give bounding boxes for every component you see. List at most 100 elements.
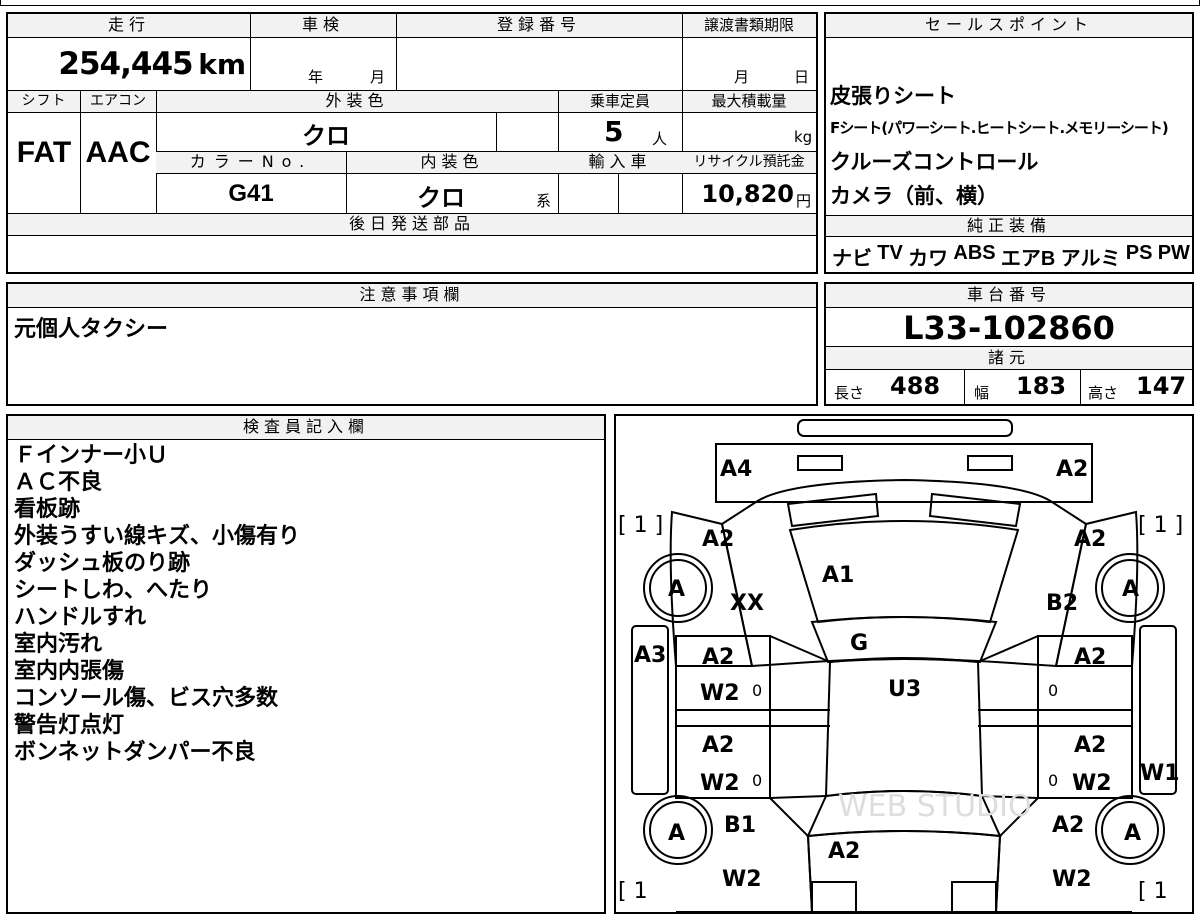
chassis-panel: 車台番号 L33-102860 諸元 長さ 488 幅 183 高さ 147: [824, 282, 1194, 406]
height-label: 高さ: [1088, 384, 1119, 402]
tire-mark-rear-right: [ 1: [1138, 879, 1168, 904]
chassis-number: L33-102860: [903, 309, 1115, 347]
code-front-right: A2: [1056, 457, 1088, 482]
zero-mark-fl: 0: [752, 681, 762, 700]
spec-table: 走行 車検 登録番号 譲渡書類期限 254,445 km 年 月 月 日 シフト…: [6, 12, 818, 274]
mileage-value: 254,445 km: [8, 40, 246, 88]
width-label: 幅: [974, 384, 990, 402]
inspector-line-12: ボンネットダンパー不良: [14, 740, 256, 765]
front-bumper-shape: [797, 419, 1013, 437]
height-value: 147: [1136, 372, 1187, 400]
code-front-xx: XX: [730, 591, 764, 616]
sales-point-3: クルーズコントロール: [830, 150, 1039, 174]
equip-navi: ナビ: [832, 248, 872, 270]
equip-pw: PW: [1157, 242, 1190, 264]
notes-title: 注意事項欄: [8, 284, 816, 308]
recycle-unit: 円: [796, 192, 812, 210]
registration-label: 登録番号: [396, 14, 682, 38]
inspector-panel: 検査員記入欄 Ｆインナー小Ｕ ＡＣ不良 看板跡 外装うすい線キズ、小傷有り ダッ…: [6, 414, 606, 914]
inspector-line-10: コンソール傷、ビス穴多数: [14, 686, 279, 711]
notes-panel: 注意事項欄 元個人タクシー: [6, 282, 818, 406]
code-front-left: A4: [720, 457, 752, 482]
code-fender-fr: A2: [1074, 527, 1106, 552]
code-door-rr-w: W2: [1072, 771, 1112, 796]
wheel-label-fl: A: [668, 577, 685, 602]
shift-value: FAT: [16, 136, 72, 169]
tire-mark-rear-left: [ 1: [618, 879, 648, 904]
notes-text: 元個人タクシー: [14, 317, 169, 342]
code-windshield: G: [850, 631, 868, 656]
tire-mark-front-left: [ 1 ]: [618, 513, 663, 538]
dimensions-title: 諸元: [826, 346, 1192, 370]
zero-mark-rl: 0: [752, 771, 762, 790]
code-door-fl: A2: [702, 645, 734, 670]
code-trunk: A2: [828, 839, 860, 864]
car-diagram: WEB STUDIO [ 1 ] [ 1 ] [ 1 [ 1 A A A A A…: [618, 419, 1183, 912]
equip-airbag: エアB: [1000, 248, 1056, 270]
code-roof: U3: [888, 677, 921, 702]
inspection-year: 年: [308, 68, 324, 86]
code-hood: A1: [822, 563, 854, 588]
ac-label: エアコン: [80, 91, 156, 113]
inspector-line-2: ＡＣ不良: [14, 470, 103, 495]
capacity-value: 5: [604, 115, 624, 148]
inspection-label: 車検: [250, 14, 396, 38]
inspector-lines: Ｆインナー小Ｕ ＡＣ不良 看板跡 外装うすい線キズ、小傷有り ダッシュ板のり跡 …: [14, 442, 300, 766]
capacity-unit: 人: [652, 130, 668, 148]
import-label: 輸入車: [558, 152, 682, 174]
color-no-label: カラーNo.: [156, 152, 346, 174]
width-value: 183: [1016, 372, 1067, 400]
code-rear-left-w2: W2: [722, 867, 762, 892]
exterior-color-label: 外装色: [156, 91, 558, 113]
front-end-shape: [715, 443, 1093, 503]
equip-alloy: アルミ: [1060, 248, 1121, 270]
inspector-line-3: 看板跡: [14, 497, 81, 522]
code-sill-right: W1: [1140, 761, 1180, 786]
code-sill-left: A3: [634, 643, 666, 668]
sales-points-panel: セールスポイント 皮張りシート Fシート(パワーシート.ヒートシート.メモリーシ…: [824, 12, 1194, 274]
inspector-line-1: Ｆインナー小Ｕ: [14, 443, 169, 468]
sales-point-1: 皮張りシート: [830, 84, 956, 108]
equip-tv: TV: [877, 242, 903, 264]
code-front-b2: B2: [1046, 591, 1078, 616]
equip-ps: PS: [1125, 242, 1153, 264]
wheel-label-fr: A: [1122, 577, 1139, 602]
sales-point-2: Fシート(パワーシート.ヒートシート.メモリーシート): [830, 119, 1169, 137]
inspector-line-11: 警告灯点灯: [14, 713, 125, 738]
chassis-title: 車台番号: [826, 284, 1192, 308]
ac-value: AAC: [85, 136, 151, 169]
exterior-color-value: クロ: [302, 122, 350, 150]
code-door-rl: A2: [702, 733, 734, 758]
inspector-line-9: 室内内張傷: [14, 659, 125, 684]
zero-mark-fr: 0: [1048, 681, 1058, 700]
mileage-number: 254,445: [58, 46, 193, 82]
equipment-title: 純正装備: [826, 215, 1192, 237]
sales-points-title: セールスポイント: [826, 14, 1192, 38]
mileage-unit: km: [198, 48, 246, 81]
code-door-rr: A2: [1074, 733, 1106, 758]
top-clipped-row: [0, 0, 1200, 6]
capacity-label: 乗車定員: [558, 91, 682, 113]
inspector-line-4: 外装うすい線キズ、小傷有り: [14, 524, 301, 549]
transfer-month: 月: [734, 68, 750, 86]
inspector-line-5: ダッシュ板のり跡: [14, 551, 191, 576]
shift-label: シフト: [8, 91, 80, 113]
max-load-label: 最大積載量: [682, 91, 816, 113]
transfer-label: 譲渡書類期限: [682, 14, 816, 38]
car-diagram-panel: WEB STUDIO [ 1 ] [ 1 ] [ 1 [ 1 A A A A A…: [614, 414, 1194, 914]
inspector-title: 検査員記入欄: [8, 416, 604, 440]
code-door-fr: A2: [1074, 645, 1106, 670]
wheel-label-rl: A: [668, 821, 685, 846]
wheel-label-rr: A: [1124, 821, 1141, 846]
zero-mark-rr: 0: [1048, 771, 1058, 790]
interior-color-label: 内装色: [346, 152, 558, 174]
mileage-label: 走行: [8, 14, 250, 38]
equip-leather: カワ: [908, 248, 949, 270]
tire-mark-front-right: [ 1 ]: [1138, 513, 1183, 538]
code-rear-b1: B1: [724, 813, 756, 838]
interior-color-suffix: 系: [536, 192, 552, 210]
inspection-month: 月: [370, 68, 386, 86]
recycle-value: 10,820: [701, 180, 794, 208]
watermark-text: WEB STUDIO: [838, 789, 1032, 824]
equip-abs: ABS: [953, 242, 996, 264]
